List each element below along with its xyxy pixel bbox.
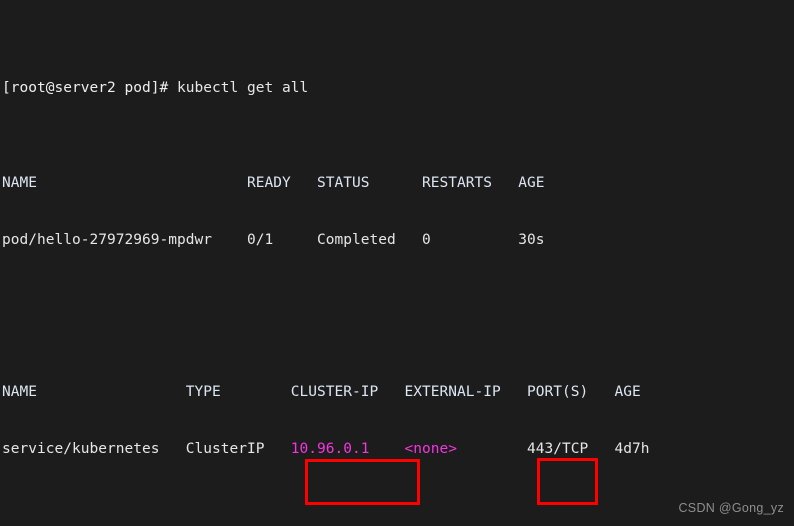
service-name-cell: service/kubernetes	[2, 441, 186, 457]
table-row: pod/hello-27972969-mpdwr 0/1 Completed 0…	[2, 232, 545, 248]
terminal-line: [root@server2 pod]# kubectl get all	[2, 79, 650, 98]
terminal-screen[interactable]: [root@server2 pod]# kubectl get all NAME…	[2, 3, 650, 526]
service-age-cell: 4d7h	[614, 441, 650, 457]
service-type-cell: ClusterIP	[185, 441, 291, 457]
command-text: kubectl get all	[177, 80, 309, 96]
terminal-window[interactable]: [root@server2 pod]# kubectl get all NAME…	[0, 0, 794, 526]
table-row: service/kubernetes ClusterIP 10.96.0.1 <…	[2, 440, 650, 459]
shell-prompt: [root@server2 pod]#	[2, 80, 177, 96]
external-ip-cell: <none>	[404, 441, 457, 457]
table-header-row: NAME TYPE CLUSTER-IP EXTERNAL-IP PORT(S)…	[2, 384, 641, 400]
ports-cell: 443/TCP	[527, 441, 615, 457]
cluster-ip-cell: 10.96.0.1	[290, 441, 370, 457]
watermark: CSDN @Gong_yz	[678, 501, 784, 515]
table-header-row: NAME READY STATUS RESTARTS AGE	[2, 175, 545, 191]
